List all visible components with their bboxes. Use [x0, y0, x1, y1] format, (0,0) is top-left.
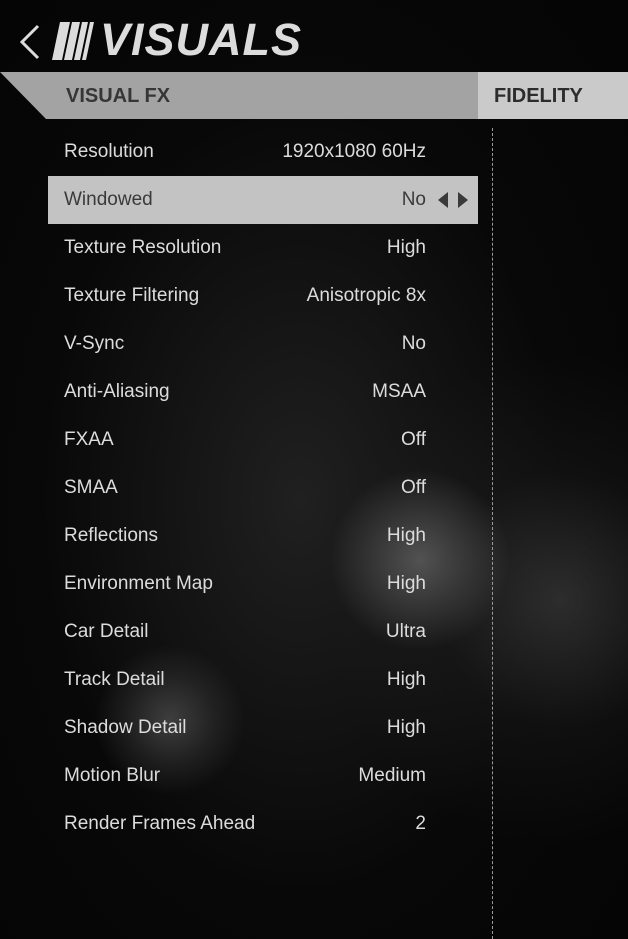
- setting-label: V-Sync: [64, 333, 125, 354]
- setting-row-resolution[interactable]: Resolution 1920x1080 60Hz: [48, 128, 478, 176]
- visuals-screen: VISUALS VISUAL FX FIDELITY Resolution 19…: [0, 0, 628, 939]
- setting-row-texture-filtering[interactable]: Texture Filtering Anisotropic 8x: [48, 272, 478, 320]
- setting-row-reflections[interactable]: Reflections High: [48, 512, 478, 560]
- setting-label: Track Detail: [64, 669, 165, 690]
- setting-value: High: [386, 237, 426, 258]
- setting-value: 2: [415, 813, 426, 834]
- setting-row-windowed[interactable]: Windowed No: [48, 176, 478, 224]
- setting-label: Car Detail: [64, 621, 149, 642]
- setting-value: Ultra: [385, 621, 426, 642]
- setting-row-environment-map[interactable]: Environment Map High: [48, 560, 478, 608]
- setting-row-car-detail[interactable]: Car Detail Ultra: [48, 608, 478, 656]
- setting-row-smaa[interactable]: SMAA Off: [48, 464, 478, 512]
- stripes-logo-icon: [52, 22, 94, 60]
- back-button[interactable]: [12, 20, 48, 64]
- setting-value: Off: [401, 429, 426, 450]
- tab-bar: VISUAL FX FIDELITY: [0, 72, 628, 119]
- setting-label: Shadow Detail: [64, 717, 187, 738]
- value-arrows: [436, 192, 470, 208]
- setting-row-track-detail[interactable]: Track Detail High: [48, 656, 478, 704]
- settings-list: Resolution 1920x1080 60Hz Windowed No Te…: [48, 128, 478, 848]
- setting-row-anti-aliasing[interactable]: Anti-Aliasing MSAA: [48, 368, 478, 416]
- setting-value: High: [386, 573, 426, 594]
- setting-label: Texture Resolution: [64, 237, 222, 258]
- setting-label: FXAA: [64, 429, 114, 450]
- setting-label: SMAA: [64, 477, 118, 498]
- setting-row-shadow-detail[interactable]: Shadow Detail High: [48, 704, 478, 752]
- header: VISUALS: [0, 0, 628, 72]
- setting-value: No: [401, 333, 426, 354]
- column-divider: [492, 128, 493, 939]
- tab-fidelity[interactable]: FIDELITY: [478, 72, 628, 119]
- arrow-left-icon[interactable]: [438, 192, 448, 208]
- setting-row-v-sync[interactable]: V-Sync No: [48, 320, 478, 368]
- setting-value: High: [386, 525, 426, 546]
- setting-row-render-frames-ahead[interactable]: Render Frames Ahead 2: [48, 800, 478, 848]
- setting-row-texture-resolution[interactable]: Texture Resolution High: [48, 224, 478, 272]
- setting-row-motion-blur[interactable]: Motion Blur Medium: [48, 752, 478, 800]
- arrow-right-icon[interactable]: [458, 192, 468, 208]
- tab-visual-fx-label: VISUAL FX: [66, 85, 171, 107]
- setting-value: Off: [401, 477, 426, 498]
- setting-label: Anti-Aliasing: [64, 381, 170, 402]
- setting-label: Render Frames Ahead: [64, 813, 256, 834]
- tab-visual-fx[interactable]: VISUAL FX: [0, 72, 478, 119]
- setting-label: Texture Filtering: [64, 285, 200, 306]
- setting-label: Motion Blur: [64, 765, 161, 786]
- setting-label: Reflections: [64, 525, 158, 546]
- tab-fidelity-label: FIDELITY: [494, 85, 583, 107]
- setting-value: Anisotropic 8x: [306, 285, 426, 306]
- setting-value: MSAA: [372, 381, 426, 402]
- setting-value: No: [401, 189, 426, 210]
- setting-row-fxaa[interactable]: FXAA Off: [48, 416, 478, 464]
- setting-value: 1920x1080 60Hz: [282, 141, 426, 162]
- setting-value: Medium: [358, 765, 426, 786]
- setting-value: High: [386, 717, 426, 738]
- chevron-left-icon: [19, 24, 40, 60]
- setting-value: High: [386, 669, 426, 690]
- setting-label: Windowed: [64, 189, 153, 210]
- setting-label: Resolution: [64, 141, 154, 162]
- setting-label: Environment Map: [64, 573, 213, 594]
- page-title: VISUALS: [100, 14, 303, 65]
